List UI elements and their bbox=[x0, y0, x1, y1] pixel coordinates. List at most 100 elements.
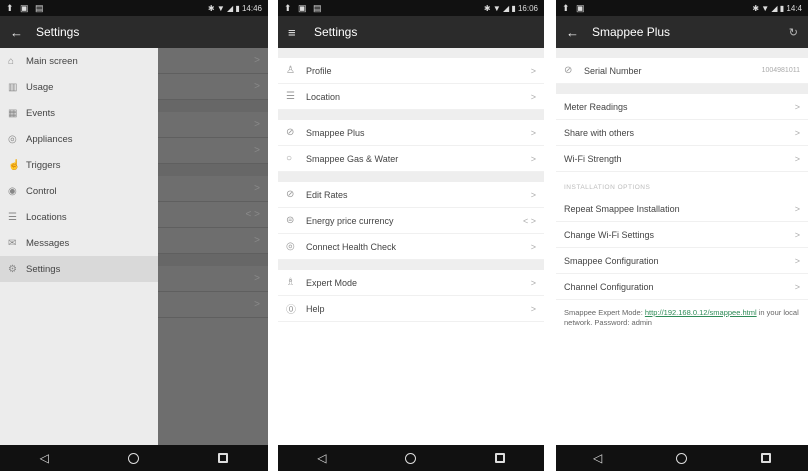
status-icons-left: ⬆ ▣ bbox=[562, 2, 587, 13]
drawer-item-settings[interactable]: ⚙ Settings bbox=[0, 256, 158, 282]
chevron-right-icon: > bbox=[254, 299, 260, 310]
settings-row-edit-rates[interactable]: ⊘ Edit Rates > bbox=[278, 182, 544, 208]
drawer-item-control[interactable]: ◉ Control bbox=[0, 178, 158, 204]
chevron-right-icon: > bbox=[794, 255, 800, 266]
expert-mode-note: Smappee Expert Mode: http://192.168.0.12… bbox=[556, 300, 808, 336]
settings-row-currency[interactable]: ⊜ Energy price currency < > bbox=[278, 208, 544, 234]
chart-icon: ▥ bbox=[8, 81, 18, 93]
chevron-right-icon: > bbox=[794, 127, 800, 138]
row-label: Smappee Plus bbox=[306, 127, 365, 138]
home-circle-icon[interactable] bbox=[128, 452, 140, 464]
back-triangle-icon[interactable]: ◁ bbox=[317, 451, 326, 465]
drawer-item-label: Settings bbox=[26, 263, 61, 275]
section-gap bbox=[278, 48, 544, 58]
settings-row-health-check[interactable]: ◎ Connect Health Check > bbox=[278, 234, 544, 260]
chevron-right-icon: > bbox=[530, 277, 536, 288]
row-label: Expert Mode bbox=[306, 277, 358, 288]
home-circle-icon[interactable] bbox=[676, 452, 688, 464]
recents-square-icon[interactable] bbox=[218, 453, 229, 463]
chevron-right-icon: > bbox=[794, 101, 800, 112]
status-bar: ⬆ ▣ ▤ ✱ ▼ ◢ ▮ 14:46 bbox=[0, 0, 268, 16]
phone-screen-drawer: ⬆ ▣ ▤ ✱ ▼ ◢ ▮ 14:46 ← Settings > > > > >… bbox=[0, 0, 268, 471]
status-icons-left: ⬆ ▣ ▤ bbox=[284, 2, 324, 13]
status-bar: ⬆ ▣ ▤ ✱ ▼ ◢ ▮ 16:06 bbox=[278, 0, 544, 16]
settings-row-location[interactable]: ☰ Location > bbox=[278, 84, 544, 110]
settings-row-smappee-plus[interactable]: ⊘ Smappee Plus > bbox=[278, 120, 544, 146]
calendar-icon: ▦ bbox=[8, 107, 18, 119]
chevron-right-icon: > bbox=[794, 153, 800, 164]
row-label: Repeat Smappee Installation bbox=[564, 203, 680, 214]
chevron-right-icon: > bbox=[254, 119, 260, 130]
smappee-plus-list: ⊘ Serial Number 1004981011 Meter Reading… bbox=[556, 48, 808, 445]
page-title: Settings bbox=[36, 25, 80, 39]
drawer-item-main-screen[interactable]: ⌂ Main screen bbox=[0, 48, 158, 74]
row-label: Wi-Fi Strength bbox=[564, 153, 622, 164]
row-label: Smappee Gas & Water bbox=[306, 153, 399, 164]
app-toolbar: ≡ Settings bbox=[278, 16, 544, 48]
row-label: Smappee Configuration bbox=[564, 255, 659, 266]
drawer-item-usage[interactable]: ▥ Usage bbox=[0, 74, 158, 100]
refresh-icon[interactable]: ↻ bbox=[789, 26, 798, 39]
drop-icon: ○ bbox=[286, 153, 293, 164]
chevron-right-icon: > bbox=[794, 203, 800, 214]
expert-mode-link[interactable]: http://192.168.0.12/smappee.html bbox=[645, 308, 757, 317]
row-label: Change Wi-Fi Settings bbox=[564, 229, 655, 240]
app-toolbar: ← Smappee Plus ↻ bbox=[556, 16, 808, 48]
row-smappee-configuration[interactable]: Smappee Configuration > bbox=[556, 248, 808, 274]
location-icon: ☰ bbox=[8, 211, 17, 223]
row-channel-configuration[interactable]: Channel Configuration > bbox=[556, 274, 808, 300]
row-label: Energy price currency bbox=[306, 215, 394, 226]
dimmed-row: > bbox=[158, 228, 268, 254]
back-triangle-icon[interactable]: ◁ bbox=[593, 451, 602, 465]
dimmed-settings-list: > > > > > < > > > > bbox=[158, 48, 268, 318]
status-icons-right: ✱ ▼ ◢ ▮ 16:06 bbox=[483, 3, 538, 13]
row-label: Channel Configuration bbox=[564, 281, 654, 292]
dimmed-row: > bbox=[158, 138, 268, 164]
recents-square-icon[interactable] bbox=[761, 453, 772, 463]
drawer-item-locations[interactable]: ☰ Locations bbox=[0, 204, 158, 230]
back-triangle-icon[interactable]: ◁ bbox=[40, 451, 49, 465]
section-gap bbox=[278, 172, 544, 182]
back-arrow-icon[interactable]: ← bbox=[566, 25, 592, 40]
gear-icon: ⚙ bbox=[8, 263, 17, 275]
drawer-overlay[interactable]: > > > > > < > > > > ⌂ Main screen ▥ Usage … bbox=[0, 48, 268, 445]
health-icon: ◎ bbox=[286, 241, 295, 252]
chevron-right-icon: > bbox=[254, 273, 260, 284]
message-icon: ✉ bbox=[8, 237, 17, 249]
phone-screen-smappee-plus: ⬆ ▣ ✱ ▼ ◢ ▮ 14:4 ← Smappee Plus ↻ ⊘ Seri… bbox=[556, 0, 808, 471]
chevron-right-icon: > bbox=[254, 55, 260, 66]
trigger-icon: ☝ bbox=[8, 159, 21, 171]
row-label: Meter Readings bbox=[564, 101, 628, 112]
menu-hamburger-icon[interactable]: ≡ bbox=[288, 25, 314, 40]
dimmed-row: > bbox=[158, 266, 268, 292]
drawer-item-appliances[interactable]: ◎ Appliances bbox=[0, 126, 158, 152]
page-title: Smappee Plus bbox=[592, 25, 671, 39]
home-circle-icon[interactable] bbox=[405, 452, 417, 464]
drawer-item-label: Locations bbox=[26, 211, 67, 223]
drawer-item-triggers[interactable]: ☝ Triggers bbox=[0, 152, 158, 178]
phone-screen-settings: ⬆ ▣ ▤ ✱ ▼ ◢ ▮ 16:06 ≡ Settings ♙ Profile >… bbox=[278, 0, 544, 471]
row-meter-readings[interactable]: Meter Readings > bbox=[556, 94, 808, 120]
installation-options-header: INSTALLATION OPTIONS bbox=[556, 172, 808, 196]
chevron-both-icon: < > bbox=[245, 209, 260, 220]
settings-row-help[interactable]: ⓪ Help > bbox=[278, 296, 544, 322]
settings-row-gas-water[interactable]: ○ Smappee Gas & Water > bbox=[278, 146, 544, 172]
recents-square-icon[interactable] bbox=[494, 453, 505, 463]
section-gap bbox=[278, 260, 544, 270]
settings-row-profile[interactable]: ♙ Profile > bbox=[278, 58, 544, 84]
chevron-right-icon: > bbox=[530, 153, 536, 164]
drawer-item-messages[interactable]: ✉ Messages bbox=[0, 230, 158, 256]
row-wifi-strength[interactable]: Wi-Fi Strength > bbox=[556, 146, 808, 172]
row-repeat-installation[interactable]: Repeat Smappee Installation > bbox=[556, 196, 808, 222]
app-toolbar: ← Settings bbox=[0, 16, 268, 48]
dimmed-row: > bbox=[158, 74, 268, 100]
dimmed-row: > bbox=[158, 48, 268, 74]
back-arrow-icon[interactable]: ← bbox=[10, 25, 36, 40]
row-share-with-others[interactable]: Share with others > bbox=[556, 120, 808, 146]
settings-row-expert-mode[interactable]: ♗ Expert Mode > bbox=[278, 270, 544, 296]
person-icon: ♙ bbox=[286, 65, 295, 76]
row-label: Edit Rates bbox=[306, 189, 348, 200]
row-change-wifi[interactable]: Change Wi-Fi Settings > bbox=[556, 222, 808, 248]
drawer-item-events[interactable]: ▦ Events bbox=[0, 100, 158, 126]
system-nav-bar: ◁ bbox=[0, 445, 268, 471]
